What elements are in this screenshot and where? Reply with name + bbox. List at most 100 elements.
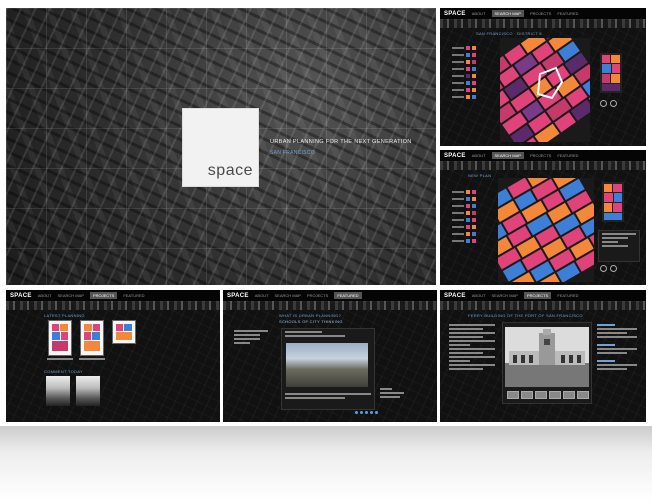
project-photo[interactable]: [76, 376, 100, 406]
nav-search-map[interactable]: SEARCH MAP: [275, 293, 301, 298]
zoning-map[interactable]: [500, 38, 590, 142]
hero-title: URBAN PLANNING FOR THE NEXT GENERATION: [270, 139, 412, 145]
zoom-in-button[interactable]: [610, 265, 617, 272]
app-logo[interactable]: SPACE: [444, 11, 466, 17]
text-line: [380, 388, 392, 390]
text-line: [449, 332, 495, 334]
legend-row[interactable]: [452, 239, 476, 243]
district-mini-map[interactable]: [600, 53, 622, 93]
detail-photo-frame: [502, 322, 592, 404]
app-logo[interactable]: SPACE: [444, 153, 466, 159]
zoning-map[interactable]: [498, 178, 594, 282]
menu-item[interactable]: [234, 330, 268, 332]
text-line: [597, 348, 637, 350]
nav-projects[interactable]: PROJECTS: [89, 292, 118, 299]
district-mini-map[interactable]: [602, 182, 624, 222]
legend-row[interactable]: [452, 88, 476, 92]
legend-row[interactable]: [452, 95, 476, 99]
text-line: [285, 397, 345, 399]
text-line: [449, 328, 483, 330]
nav-about[interactable]: ABOUT: [255, 293, 269, 298]
article-kicker: WHAT IS URBAN PLANNING?: [279, 313, 342, 318]
nav-about[interactable]: ABOUT: [38, 293, 52, 298]
hero-subtitle[interactable]: SAN FRANCISCO: [270, 150, 315, 156]
legend-row[interactable]: [452, 53, 476, 57]
nav-search-map[interactable]: SEARCH MAP: [492, 293, 518, 298]
text-line: [449, 336, 483, 338]
nav-projects[interactable]: PROJECTS: [307, 293, 328, 298]
zoom-out-button[interactable]: [600, 100, 607, 107]
legend-row[interactable]: [452, 46, 476, 50]
header-strip: [6, 301, 220, 310]
nav-projects[interactable]: PROJECTS: [530, 153, 551, 158]
parcel-info-panel: [598, 230, 640, 262]
project-thumbnail[interactable]: [48, 320, 72, 356]
text-line: [602, 245, 628, 247]
text-line: [285, 393, 371, 395]
nav-projects[interactable]: PROJECTS: [523, 292, 552, 299]
nav-search-map[interactable]: SEARCH MAP: [58, 293, 84, 298]
legend-row[interactable]: [452, 81, 476, 85]
text-line: [285, 331, 322, 333]
projects-screen: SPACE ABOUT SEARCH MAP PROJECTS FEATURED…: [6, 290, 220, 422]
text-line: [449, 368, 483, 370]
map-screen-mid: SPACE ABOUT SEARCH MAP PROJECTS FEATURED…: [440, 150, 646, 285]
project-thumbnail[interactable]: [112, 320, 136, 344]
article-screen: SPACE ABOUT SEARCH MAP PROJECTS FEATURED…: [223, 290, 437, 422]
text-line: [597, 324, 616, 326]
legend: [452, 190, 476, 243]
nav-featured[interactable]: FEATURED: [123, 293, 144, 298]
article-photo[interactable]: [286, 343, 368, 387]
legend-row[interactable]: [452, 232, 476, 236]
section-label: LATEST PLANNING: [44, 313, 85, 318]
collage-reflection: [0, 426, 652, 501]
legend-row[interactable]: [452, 60, 476, 64]
header-strip: [440, 19, 646, 28]
caption-line: [47, 358, 73, 360]
article-card: [281, 328, 375, 410]
nav-search-map[interactable]: SEARCH MAP: [491, 152, 524, 159]
photo-thumbstrip[interactable]: [507, 391, 589, 399]
nav-search-map[interactable]: SEARCH MAP: [491, 10, 524, 17]
zoom-in-button[interactable]: [610, 100, 617, 107]
app-logo[interactable]: SPACE: [10, 293, 32, 299]
project-photo[interactable]: [46, 376, 70, 406]
text-line: [449, 324, 495, 326]
legend-row[interactable]: [452, 74, 476, 78]
space-logo-text: space: [207, 162, 253, 179]
nav-projects[interactable]: PROJECTS: [530, 11, 551, 16]
menu-item[interactable]: [234, 338, 260, 340]
text-line: [449, 352, 483, 354]
menu-item[interactable]: [234, 342, 250, 344]
pagination-dots[interactable]: [355, 411, 378, 414]
legend-row[interactable]: [452, 218, 476, 222]
nav-featured[interactable]: FEATURED: [334, 292, 362, 299]
text-line: [602, 233, 636, 235]
legend-row[interactable]: [452, 197, 476, 201]
text-line: [380, 392, 404, 394]
legend-row[interactable]: [452, 225, 476, 229]
app-logo[interactable]: SPACE: [227, 293, 249, 299]
text-line: [597, 336, 637, 338]
section-label: COMMENT TODAY: [44, 369, 83, 374]
zoom-out-button[interactable]: [600, 265, 607, 272]
nav-about[interactable]: ABOUT: [472, 11, 486, 16]
header-strip: [440, 301, 646, 310]
text-line: [597, 360, 616, 362]
nav-about[interactable]: ABOUT: [472, 153, 486, 158]
app-logo[interactable]: SPACE: [444, 293, 466, 299]
nav-featured[interactable]: FEATURED: [557, 153, 578, 158]
project-thumbnail[interactable]: [80, 320, 104, 356]
legend-row[interactable]: [452, 190, 476, 194]
menu-item[interactable]: [234, 334, 260, 336]
legend-row[interactable]: [452, 67, 476, 71]
legend-row[interactable]: [452, 211, 476, 215]
map-screen-top: SPACE ABOUT SEARCH MAP PROJECTS FEATURED…: [440, 8, 646, 146]
nav-featured[interactable]: FEATURED: [557, 11, 578, 16]
legend-row[interactable]: [452, 204, 476, 208]
space-logo-box[interactable]: space: [183, 109, 258, 186]
nav-about[interactable]: ABOUT: [472, 293, 486, 298]
nav-featured[interactable]: FEATURED: [557, 293, 578, 298]
section-title: FERRY BUILDING OF THE PORT OF SAN FRANCI…: [468, 313, 583, 318]
ferry-building-photo[interactable]: [505, 327, 589, 387]
